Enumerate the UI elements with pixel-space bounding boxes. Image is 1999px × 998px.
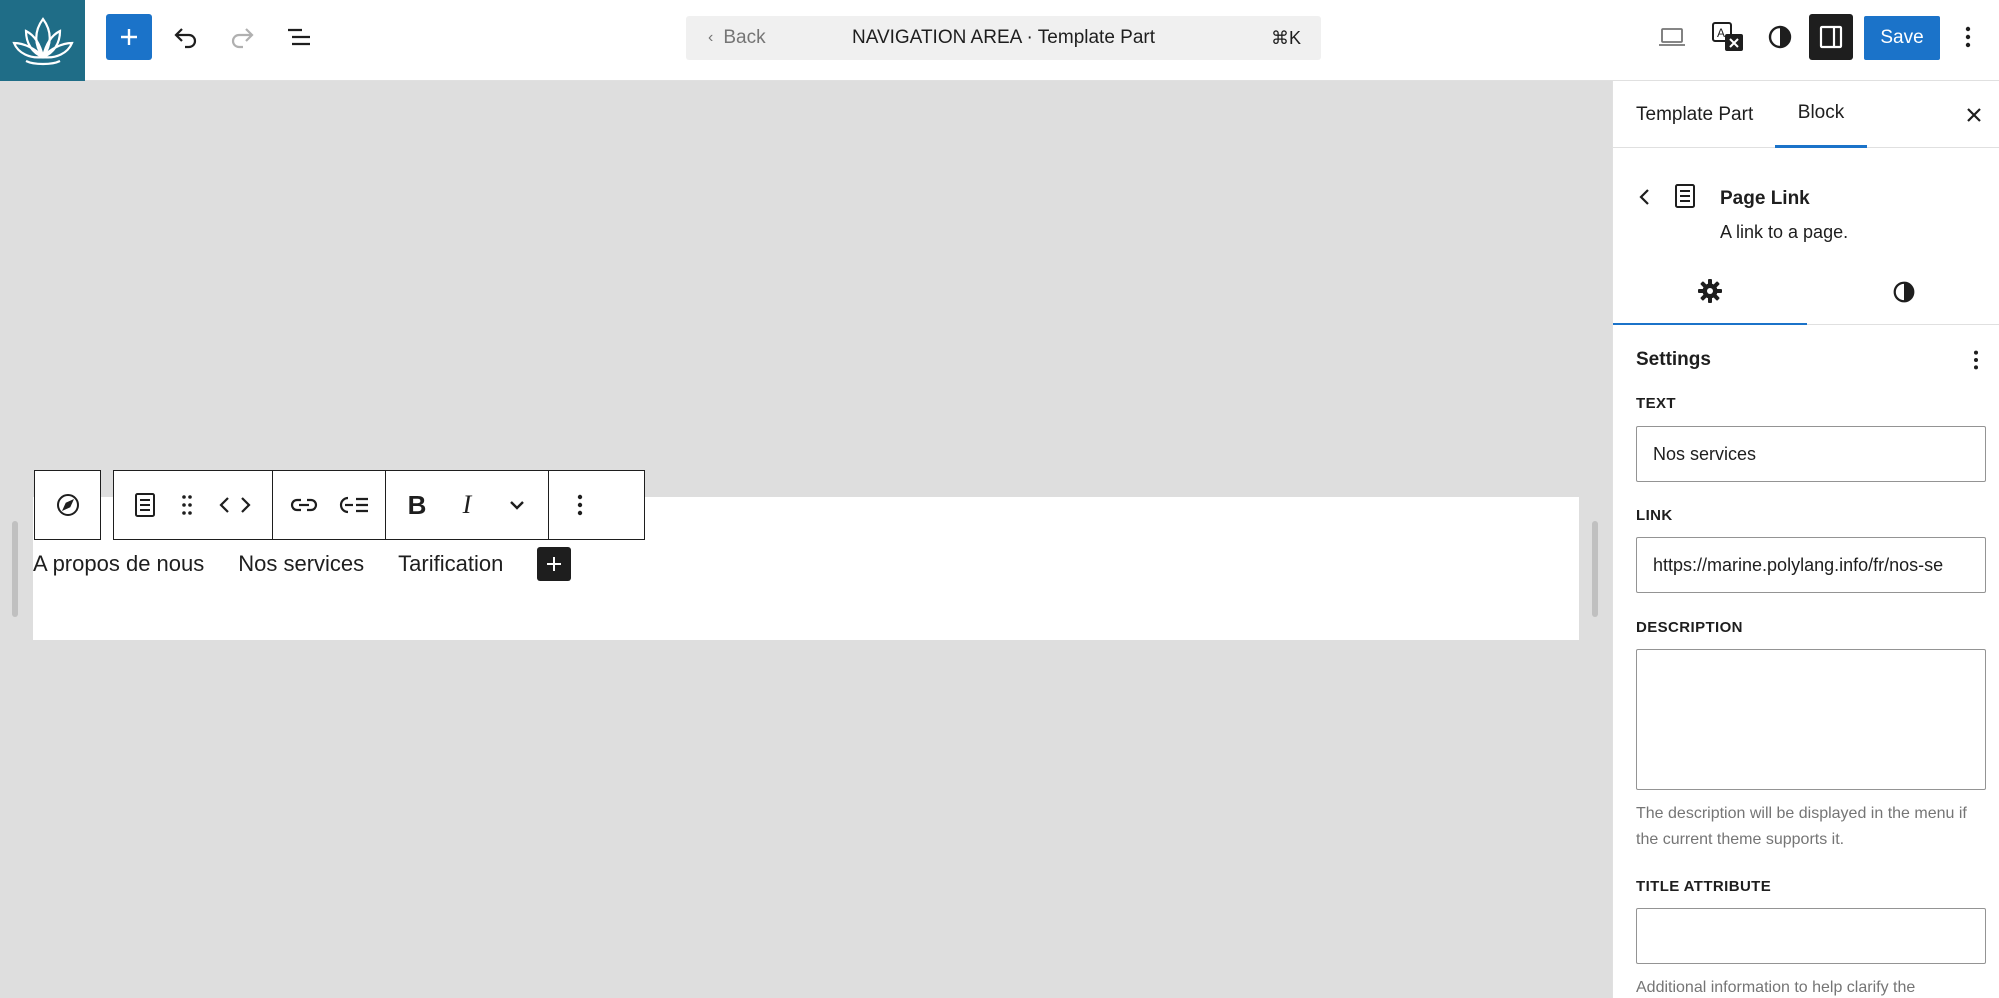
description-textarea[interactable] (1636, 649, 1986, 790)
text-field-label: TEXT (1636, 395, 1676, 412)
block-options-button[interactable] (555, 477, 605, 533)
sidebar-tabs: Template Part Block (1613, 81, 1999, 148)
more-vertical-icon (1973, 350, 1979, 370)
document-title: NAVIGATION AREA · Template Part (851, 27, 1156, 48)
block-card-description: A link to a page. (1720, 222, 1849, 242)
drag-handle[interactable] (170, 477, 204, 533)
contrast-icon (1893, 281, 1915, 302)
description-field-label: DESCRIPTION (1636, 619, 1743, 636)
close-sidebar-button[interactable] (1957, 98, 1991, 132)
styles-button[interactable] (1758, 14, 1802, 60)
settings-options-button[interactable] (1961, 345, 1991, 375)
block-inserter-button[interactable] (106, 14, 152, 60)
list-view-icon (288, 28, 310, 46)
sidebar-icon (1819, 25, 1843, 49)
page-icon (1673, 183, 1697, 214)
text-input[interactable] (1636, 426, 1986, 482)
description-help-text: The description will be displayed in the… (1636, 805, 1967, 848)
italic-icon: I (462, 490, 472, 519)
add-submenu-icon (339, 496, 368, 514)
link-field-label: LINK (1636, 507, 1673, 524)
translate-button[interactable]: A (1706, 14, 1750, 60)
save-button[interactable]: Save (1864, 16, 1940, 60)
settings-panel-title: Settings (1636, 349, 1711, 370)
command-shortcut: ⌘K (1270, 27, 1301, 48)
compass-icon (56, 494, 79, 516)
block-toolbar: B I (113, 470, 645, 540)
desktop-icon (1659, 28, 1685, 46)
editor-header: ‹ Back NAVIGATION AREA · Template Part ⌘… (0, 0, 1999, 81)
options-menu-button[interactable] (1950, 14, 1986, 60)
italic-button[interactable]: I (442, 477, 492, 533)
site-logo[interactable] (0, 0, 85, 81)
block-card-title: Page Link (1720, 188, 1810, 209)
page-icon (135, 493, 155, 517)
nav-link-a-propos[interactable]: A propos de nous (33, 551, 204, 577)
resize-handle-left[interactable] (12, 521, 18, 617)
settings-sidebar: Template Part Block Page Link A link to … (1612, 81, 1999, 998)
chevron-down-icon (510, 501, 524, 510)
tab-settings[interactable] (1613, 258, 1807, 325)
move-left-right-button[interactable] (204, 477, 266, 533)
svg-text:A: A (1717, 26, 1725, 40)
toolbar-group-format: B I (386, 471, 549, 539)
gear-icon (1698, 278, 1722, 303)
add-submenu-button[interactable] (329, 477, 379, 533)
link-input[interactable] (1636, 537, 1986, 593)
toolbar-group-link (273, 471, 386, 539)
back-to-parent-button[interactable] (1635, 185, 1655, 214)
link-button[interactable] (279, 477, 329, 533)
select-parent-block-button[interactable] (34, 470, 101, 540)
more-vertical-icon (577, 494, 583, 516)
redo-button[interactable] (219, 14, 265, 60)
toolbar-group-block (114, 471, 273, 539)
title-attribute-input[interactable] (1636, 908, 1986, 964)
tab-styles[interactable] (1807, 258, 1999, 325)
tab-template-part[interactable]: Template Part (1636, 81, 1753, 148)
title-attribute-label: TITLE ATTRIBUTE (1636, 878, 1772, 895)
undo-button[interactable] (163, 14, 209, 60)
chevron-left-right-icon (219, 497, 251, 513)
plus-icon (121, 29, 137, 45)
bold-button[interactable]: B (392, 477, 442, 533)
navigation-links: A propos de nous Nos services Tarificati… (33, 547, 572, 581)
inspector-tabs (1613, 258, 1999, 325)
settings-sidebar-toggle[interactable] (1809, 14, 1853, 60)
command-bar[interactable]: ‹ Back NAVIGATION AREA · Template Part ⌘… (686, 16, 1321, 60)
close-icon (1967, 108, 1981, 122)
more-rich-text-button[interactable] (492, 477, 542, 533)
drag-handle-icon (182, 495, 192, 515)
more-vertical-icon (1965, 26, 1971, 48)
redo-icon (231, 28, 254, 49)
bold-icon: B (407, 489, 427, 520)
list-view-button[interactable] (276, 14, 322, 60)
tab-block[interactable]: Block (1775, 81, 1867, 148)
editor-canvas[interactable]: A propos de nous Nos services Tarificati… (0, 81, 1612, 998)
contrast-icon (1768, 25, 1792, 49)
lotus-icon (11, 16, 74, 65)
undo-icon (174, 28, 197, 49)
toolbar-group-options (549, 471, 611, 539)
add-nav-item-button[interactable] (537, 547, 572, 581)
plus-icon (547, 557, 562, 571)
link-icon (290, 498, 318, 512)
chevron-left-icon (1639, 189, 1649, 205)
nav-link-nos-services[interactable]: Nos services (238, 551, 364, 577)
block-type-button[interactable] (120, 477, 170, 533)
device-preview-button[interactable] (1650, 14, 1694, 60)
resize-handle-right[interactable] (1592, 521, 1598, 617)
title-attribute-help-text: Additional information to help clarify t… (1636, 979, 1916, 996)
translate-icon: A (1712, 22, 1743, 51)
nav-link-tarification[interactable]: Tarification (398, 551, 503, 577)
